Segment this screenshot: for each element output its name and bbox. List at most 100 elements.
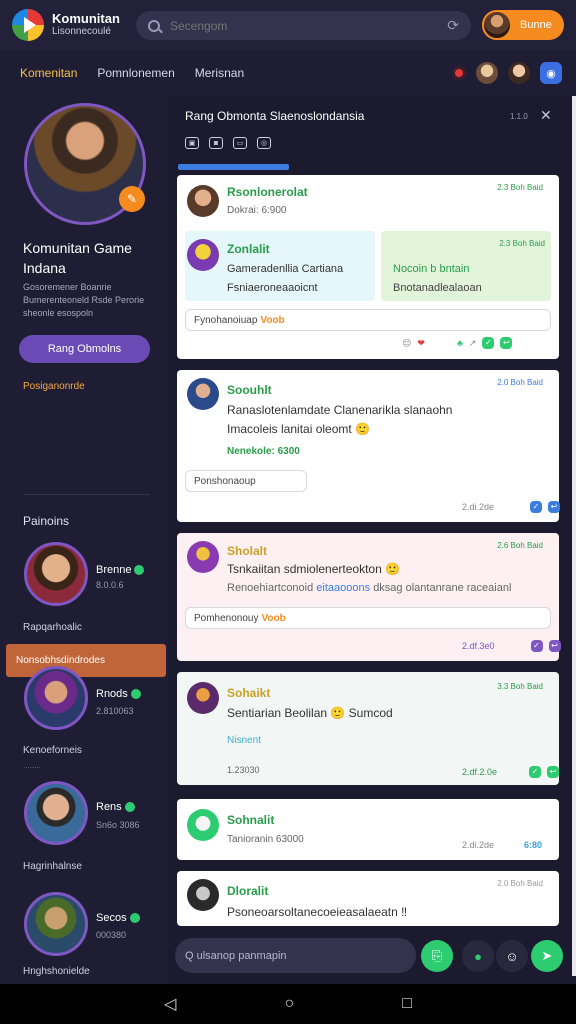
community-link[interactable]: Posiganonrde <box>23 381 85 392</box>
share-icon[interactable]: ↗ <box>469 338 477 349</box>
message-text: Sentiarian Beolilan 🙂 Sumcod <box>227 706 393 720</box>
brand-subtitle: Lisonnecoulé <box>52 26 111 37</box>
app-logo-icon[interactable] <box>12 9 44 41</box>
reactions: 2.di.2de ✓ ↩ <box>462 501 561 513</box>
link-text[interactable]: Nisnent <box>227 735 261 746</box>
member-label: Hnghshonielde <box>23 966 90 977</box>
message-text: Imacoleis lanitai oleomt 🙂 <box>227 422 370 436</box>
emoji-icon[interactable]: 😌 <box>402 338 411 349</box>
home-icon[interactable]: ○ <box>284 995 294 1013</box>
friend-avatar[interactable] <box>476 62 498 84</box>
heart-icon[interactable]: ❤ <box>417 338 425 349</box>
message-stat: 1.23030 <box>227 765 260 775</box>
tab-merisnan[interactable]: Merisnan <box>195 66 244 80</box>
avatar <box>187 541 219 573</box>
message-text: Bnotanadlealaoan <box>393 282 482 294</box>
sub-message[interactable]: Zonlalit Gameradenllia Cartiana Fsniaero… <box>185 231 375 301</box>
message-meta: 2.di.2de <box>462 840 495 850</box>
sticker-button-icon[interactable]: ☺ <box>496 940 528 972</box>
refresh-icon[interactable]: ⟳ <box>447 17 459 34</box>
send-button[interactable]: ➤ <box>531 940 563 972</box>
like-icon[interactable]: ✓ <box>482 337 495 349</box>
brand: Komunitan Lisonnecoulé <box>52 12 120 38</box>
reply-icon[interactable]: ↩ <box>548 640 561 652</box>
online-icon <box>134 565 145 576</box>
message-card[interactable]: Soouhlt 2.0 Boh Baid Ranaslotenlamdate C… <box>177 370 561 522</box>
reactions: 😌 ❤ ♣ ↗ ✓ ↩ <box>402 337 513 349</box>
sender-name: Rsonlonerolat <box>227 185 308 199</box>
avatar <box>482 10 512 40</box>
sender-name: Zonlalit <box>227 242 270 256</box>
reactions: 2.df.3e0 ✓ ↩ <box>462 640 561 652</box>
notification-icon[interactable] <box>452 66 466 80</box>
recents-icon[interactable]: □ <box>402 995 412 1013</box>
member-status: 2.810063 <box>96 706 134 716</box>
search-icon <box>148 19 160 32</box>
like-icon[interactable]: ✓ <box>529 766 542 778</box>
attach-button[interactable]: ⎘ <box>421 940 453 972</box>
sticker-icon[interactable]: ◙ <box>209 137 223 149</box>
highlight-bar[interactable]: Nonsobhsdindrodes <box>6 644 166 677</box>
member-label: Hagrinhalnse <box>23 861 82 872</box>
edit-badge-icon[interactable]: ✎ <box>119 186 145 212</box>
sub-message[interactable]: 2.3 Boh Baid Nocoin b bntain Bnotanadlea… <box>381 231 551 301</box>
member-sub: ........ <box>23 761 41 770</box>
message-input[interactable]: Q ulsanop panmapin <box>175 938 416 973</box>
message-text: Tanioranin 63000 <box>227 834 304 845</box>
member-name: Rnods <box>96 688 141 700</box>
member-label: Kenoeforneis <box>23 745 82 756</box>
search-input[interactable] <box>170 18 448 33</box>
image-icon[interactable]: ▣ <box>185 137 199 149</box>
members-heading: Painoins <box>23 514 70 528</box>
message-card[interactable]: Sholalt 2.6 Boh Baid Tsnkaiitan sdmiolen… <box>177 533 561 661</box>
message-card[interactable]: Sohaikt 3.3 Boh Baid Sentiarian Beolilan… <box>177 672 560 785</box>
search-bar[interactable]: ⟳ <box>136 11 471 40</box>
message-card[interactable]: Rsonlonerolat 2.3 Boh Baid Dokrai: 6:900… <box>177 175 559 359</box>
like-icon[interactable]: ✓ <box>530 501 543 513</box>
link-icon[interactable]: ◎ <box>257 137 271 149</box>
reply-input[interactable]: Fynohanoiuap Voob <box>185 309 551 331</box>
scrollbar[interactable] <box>572 96 576 976</box>
avatar <box>187 809 219 841</box>
tab-komenitan[interactable]: Komenitan <box>20 66 77 80</box>
friend-avatar[interactable] <box>508 62 530 84</box>
message-card[interactable]: Sohnalit Tanioranin 63000 2.di.2de 6:80 <box>177 799 559 860</box>
avatar <box>24 781 88 845</box>
message-text: Psoneoarsoltanecoeieasalaeatn ‼ <box>227 905 408 919</box>
online-icon <box>130 689 141 700</box>
member-status: 000380 <box>96 930 127 940</box>
message-meta: 2.df.3e0 <box>462 641 495 651</box>
member-status: 8.0.0.6 <box>96 580 124 590</box>
message-text: Ranaslotenlamdate Clanenarikla slanaohn <box>227 403 453 417</box>
message-text: Gameradenllia Cartiana <box>227 263 344 275</box>
voice-icon[interactable]: ● <box>462 940 494 972</box>
message-text: Tsnkaiitan sdmiolenerteokton 🙂 <box>227 562 401 576</box>
reply-input[interactable]: Ponshonaoup <box>185 470 307 492</box>
room-toolbar: ▣ ◙ ▭ ◎ <box>185 137 271 149</box>
profile-button[interactable]: Bunne <box>482 10 564 40</box>
chat-icon[interactable]: ◉ <box>540 62 562 84</box>
room-title: Rang Obmonta Slaenoslondansia <box>185 109 365 123</box>
gif-icon[interactable]: ▭ <box>233 137 247 149</box>
community-avatar[interactable]: ✎ <box>24 103 146 225</box>
reply-icon[interactable]: ↩ <box>548 501 561 513</box>
member-name: Brenne <box>96 564 145 576</box>
online-icon <box>124 802 135 813</box>
reply-icon[interactable]: ↩ <box>500 337 513 349</box>
reply-tag: Voob <box>260 314 285 326</box>
link-text[interactable]: Nenekole: 6300 <box>227 446 300 457</box>
sender-name: Sohaikt <box>227 686 271 700</box>
leaf-icon[interactable]: ♣ <box>457 338 463 348</box>
tab-pomnlonemen[interactable]: Pomnlonemen <box>97 66 174 80</box>
reply-icon[interactable]: ↩ <box>547 766 560 778</box>
avatar <box>187 378 219 410</box>
message-card[interactable]: Dloralit 2.0 Boh Baid Psoneoarsoltanecoe… <box>177 871 559 926</box>
active-tab-indicator <box>178 164 289 170</box>
message-meta: 2.df.2.0e <box>462 767 498 777</box>
reply-input[interactable]: Pomhenonouy Voob <box>185 607 551 629</box>
like-icon[interactable]: ✓ <box>530 640 543 652</box>
back-icon[interactable]: ◁ <box>164 994 176 1014</box>
join-room-button[interactable]: Rang Obmolns <box>19 335 150 363</box>
online-icon <box>129 913 140 924</box>
close-icon[interactable]: ✕ <box>540 107 552 124</box>
